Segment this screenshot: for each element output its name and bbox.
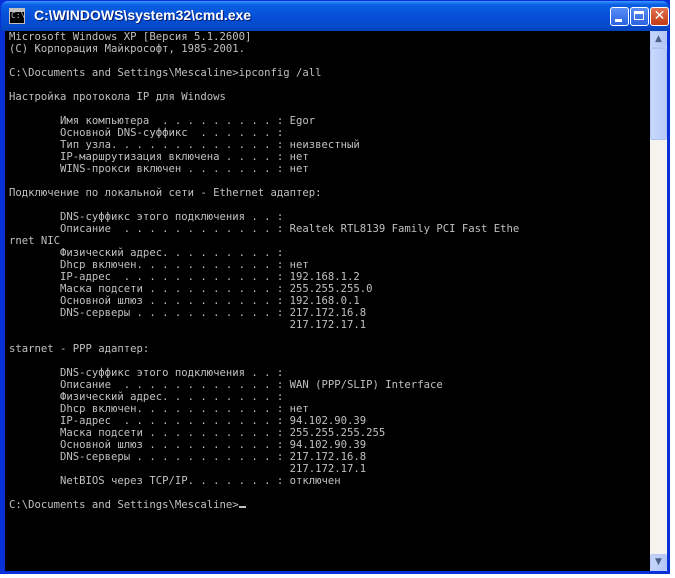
console-line: Основной шлюз . . . . . . . . . . : 192.… [9,295,360,307]
cmd-app-icon[interactable]: C:\ [9,8,25,24]
scroll-down-button[interactable]: ▼ [650,554,667,571]
cmd-window: C:\ C:\WINDOWS\system32\cmd.exe ✕ Micros… [0,0,670,574]
console-line: C:\Documents and Settings\Mescaline> [9,499,239,511]
console-line: 217.172.17.1 [9,319,367,331]
text-cursor [238,506,246,508]
console-line: IP-адрес . . . . . . . . . . . . : 192.1… [9,271,360,283]
console-line: Настройка протокола IP для Windows [9,91,226,103]
console-line: Подключение по локальной сети - Ethernet… [9,187,322,199]
console-line: Основной шлюз . . . . . . . . . . : 94.1… [9,439,367,451]
console-line: DNS-суффикс этого подключения . . : [9,367,284,379]
console-line: Описание . . . . . . . . . . . . : Realt… [9,223,520,235]
app-icon-label: C:\ [11,11,26,20]
console-line: 217.172.17.1 [9,463,367,475]
maximize-icon [634,11,644,20]
window-title: C:\WINDOWS\system32\cmd.exe [34,7,252,23]
console-line: NetBIOS через TCP/IP. . . . . . . : откл… [9,475,341,487]
console-line: Имя компьютера . . . . . . . . . : Egor [9,115,316,127]
console-line: IP-маршрутизация включена . . . . : нет [9,151,309,163]
console-line: Физический адрес. . . . . . . . . : [9,247,284,259]
scroll-thumb[interactable] [650,48,667,140]
console-line: Маска подсети . . . . . . . . . . : 255.… [9,427,386,439]
console-line: Тип узла. . . . . . . . . . . . . : неиз… [9,139,360,151]
console-line: WINS-прокси включен . . . . . . . : нет [9,163,309,175]
console-line: DNS-серверы . . . . . . . . . . . : 217.… [9,307,367,319]
close-button[interactable]: ✕ [650,7,669,26]
minimize-button[interactable] [610,7,629,26]
console-line: rnet NIC [9,235,61,247]
console-text: Microsoft Windows XP [Версия 5.1.2600] (… [9,31,519,511]
title-bar[interactable]: C:\ C:\WINDOWS\system32\cmd.exe ✕ [1,1,669,31]
console-line: DNS-серверы . . . . . . . . . . . : 217.… [9,451,367,463]
console-line: IP-адрес . . . . . . . . . . . . : 94.10… [9,415,367,427]
maximize-button[interactable] [630,7,649,26]
icon-bar [10,9,24,12]
console-line: Основной DNS-суффикс . . . . . . : [9,127,284,139]
minimize-icon [615,19,622,22]
vertical-scrollbar[interactable]: ▲ ▼ [650,31,667,571]
scroll-up-button[interactable]: ▲ [650,31,667,48]
console-line: Microsoft Windows XP [Версия 5.1.2600] [9,31,252,43]
console-line: Dhcp включен. . . . . . . . . . . : нет [9,403,309,415]
console-line: DNS-суффикс этого подключения . . : [9,211,284,223]
console-line: Физический адрес. . . . . . . . . : [9,391,284,403]
console-line: (С) Корпорация Майкрософт, 1985-2001. [9,43,245,55]
console-line: Dhcp включен. . . . . . . . . . . : нет [9,259,309,271]
console-line: Описание . . . . . . . . . . . . : WAN (… [9,379,443,391]
console-line: starnet - PPP адаптер: [9,343,150,355]
close-icon: ✕ [653,8,666,24]
console-line: C:\Documents and Settings\Mescaline>ipco… [9,67,322,79]
console-line: Маска подсети . . . . . . . . . . : 255.… [9,283,373,295]
console-output[interactable]: Microsoft Windows XP [Версия 5.1.2600] (… [5,31,650,571]
